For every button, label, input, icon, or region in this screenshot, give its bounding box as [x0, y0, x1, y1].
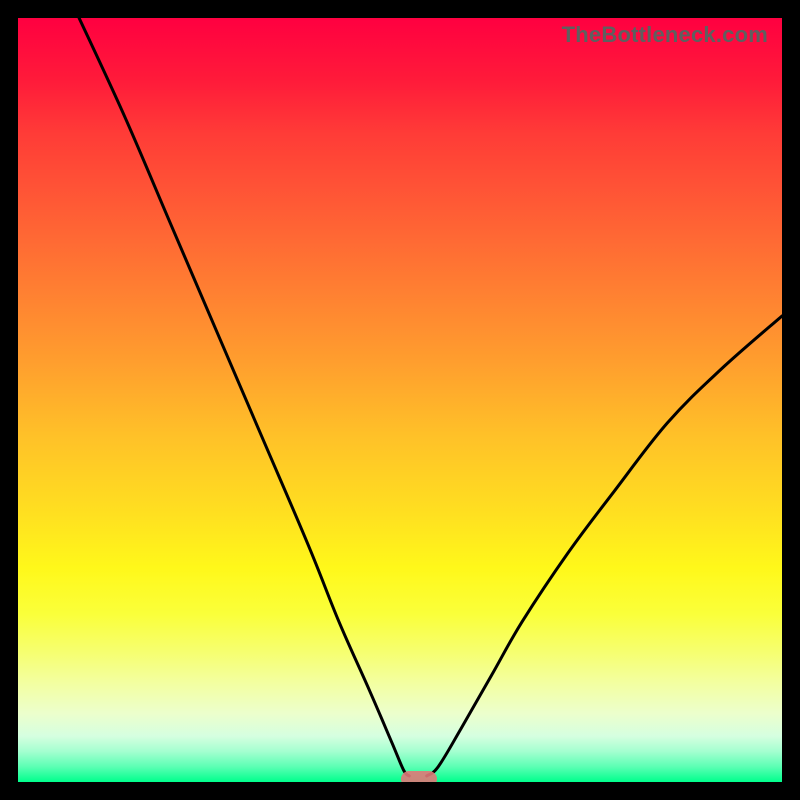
curve-right-branch [427, 316, 782, 776]
curve-left-branch [79, 18, 409, 776]
frame: TheBottleneck.com [0, 0, 800, 800]
bottleneck-curve [18, 18, 782, 782]
gradient-plot-area: TheBottleneck.com [18, 18, 782, 782]
minimum-marker [401, 771, 437, 782]
